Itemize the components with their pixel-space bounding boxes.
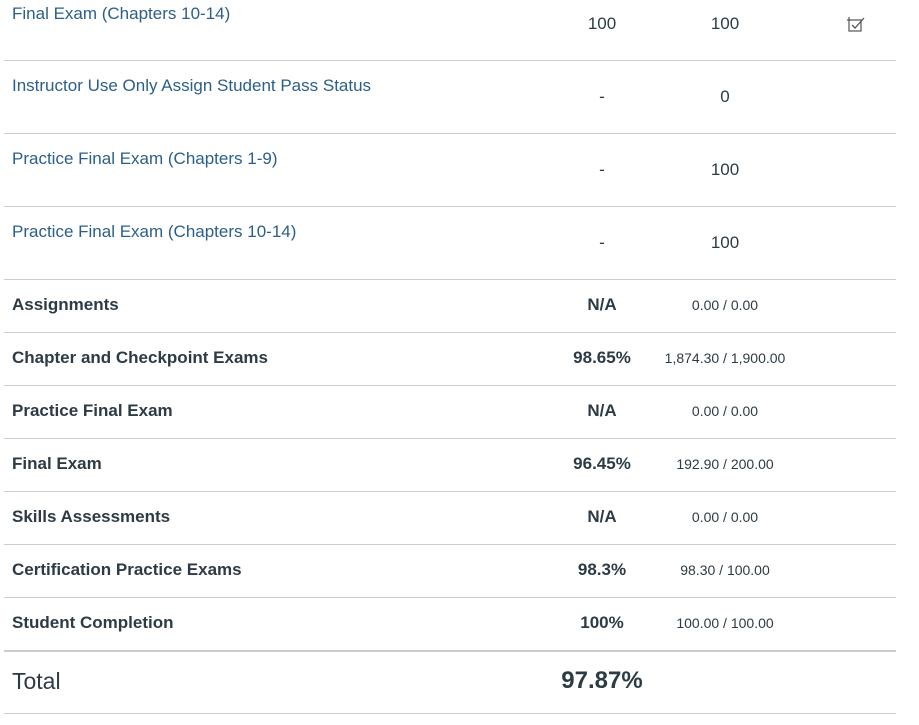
assignment-group-row: Final Exam 96.45% 192.90 / 200.00: [4, 439, 896, 492]
group-points: 192.90 / 200.00: [676, 456, 774, 472]
group-name: Certification Practice Exams: [12, 560, 242, 579]
assignment-group-row: Chapter and Checkpoint Exams 98.65% 1,87…: [4, 333, 896, 386]
grades-table: Final Exam (Chapters 10-14) 100 100 Inst…: [0, 0, 919, 725]
group-points: 0.00 / 0.00: [691, 297, 759, 313]
total-percent: 97.87%: [561, 667, 643, 694]
assignment-points-possible: 0: [720, 87, 730, 106]
assignment-link[interactable]: Final Exam (Chapters 10-14): [12, 4, 230, 24]
assignment-points-possible: 100: [710, 14, 740, 33]
group-name: Chapter and Checkpoint Exams: [12, 348, 269, 367]
assignment-row: Practice Final Exam (Chapters 1-9) - 100: [4, 134, 896, 207]
group-percent: 100%: [580, 613, 624, 632]
group-percent: N/A: [587, 295, 617, 314]
assignment-score: -: [599, 87, 605, 106]
assignment-score: -: [599, 233, 605, 252]
assignment-points-possible: 100: [710, 233, 740, 252]
rubric-checkbox-icon[interactable]: [846, 13, 868, 35]
group-percent: 96.45%: [573, 454, 631, 473]
group-percent: N/A: [587, 401, 617, 420]
assignment-row: Practice Final Exam (Chapters 10-14) - 1…: [4, 207, 896, 280]
group-points: 98.30 / 100.00: [680, 562, 770, 578]
assignment-score: 100: [587, 14, 617, 33]
group-name: Skills Assessments: [12, 507, 171, 526]
group-name: Final Exam: [12, 454, 102, 473]
assignment-group-row: Practice Final Exam N/A 0.00 / 0.00: [4, 386, 896, 439]
assignment-points-possible: 100: [710, 160, 740, 179]
assignment-group-row: Certification Practice Exams 98.3% 98.30…: [4, 545, 896, 598]
assignment-link[interactable]: Instructor Use Only Assign Student Pass …: [12, 76, 371, 96]
assignment-group-row: Skills Assessments N/A 0.00 / 0.00: [4, 492, 896, 545]
assignment-link[interactable]: Practice Final Exam (Chapters 1-9): [12, 149, 277, 169]
total-label: Total: [12, 668, 61, 694]
group-name: Student Completion: [12, 613, 174, 632]
assignment-row: Final Exam (Chapters 10-14) 100 100: [4, 0, 896, 61]
group-points: 1,874.30 / 1,900.00: [664, 350, 786, 366]
group-percent: 98.65%: [573, 348, 631, 367]
assignment-link[interactable]: Practice Final Exam (Chapters 10-14): [12, 222, 296, 242]
group-name: Assignments: [12, 295, 119, 314]
group-percent: N/A: [587, 507, 617, 526]
assignment-group-row: Assignments N/A 0.00 / 0.00: [4, 280, 896, 333]
total-row: Total 97.87%: [4, 650, 896, 714]
group-percent: 98.3%: [577, 560, 627, 579]
group-points: 0.00 / 0.00: [691, 509, 759, 525]
assignment-row: Instructor Use Only Assign Student Pass …: [4, 61, 896, 134]
group-name: Practice Final Exam: [12, 401, 173, 420]
assignment-group-row: Student Completion 100% 100.00 / 100.00: [4, 598, 896, 650]
group-points: 0.00 / 0.00: [691, 403, 759, 419]
group-points: 100.00 / 100.00: [676, 615, 774, 631]
assignment-score: -: [599, 160, 605, 179]
